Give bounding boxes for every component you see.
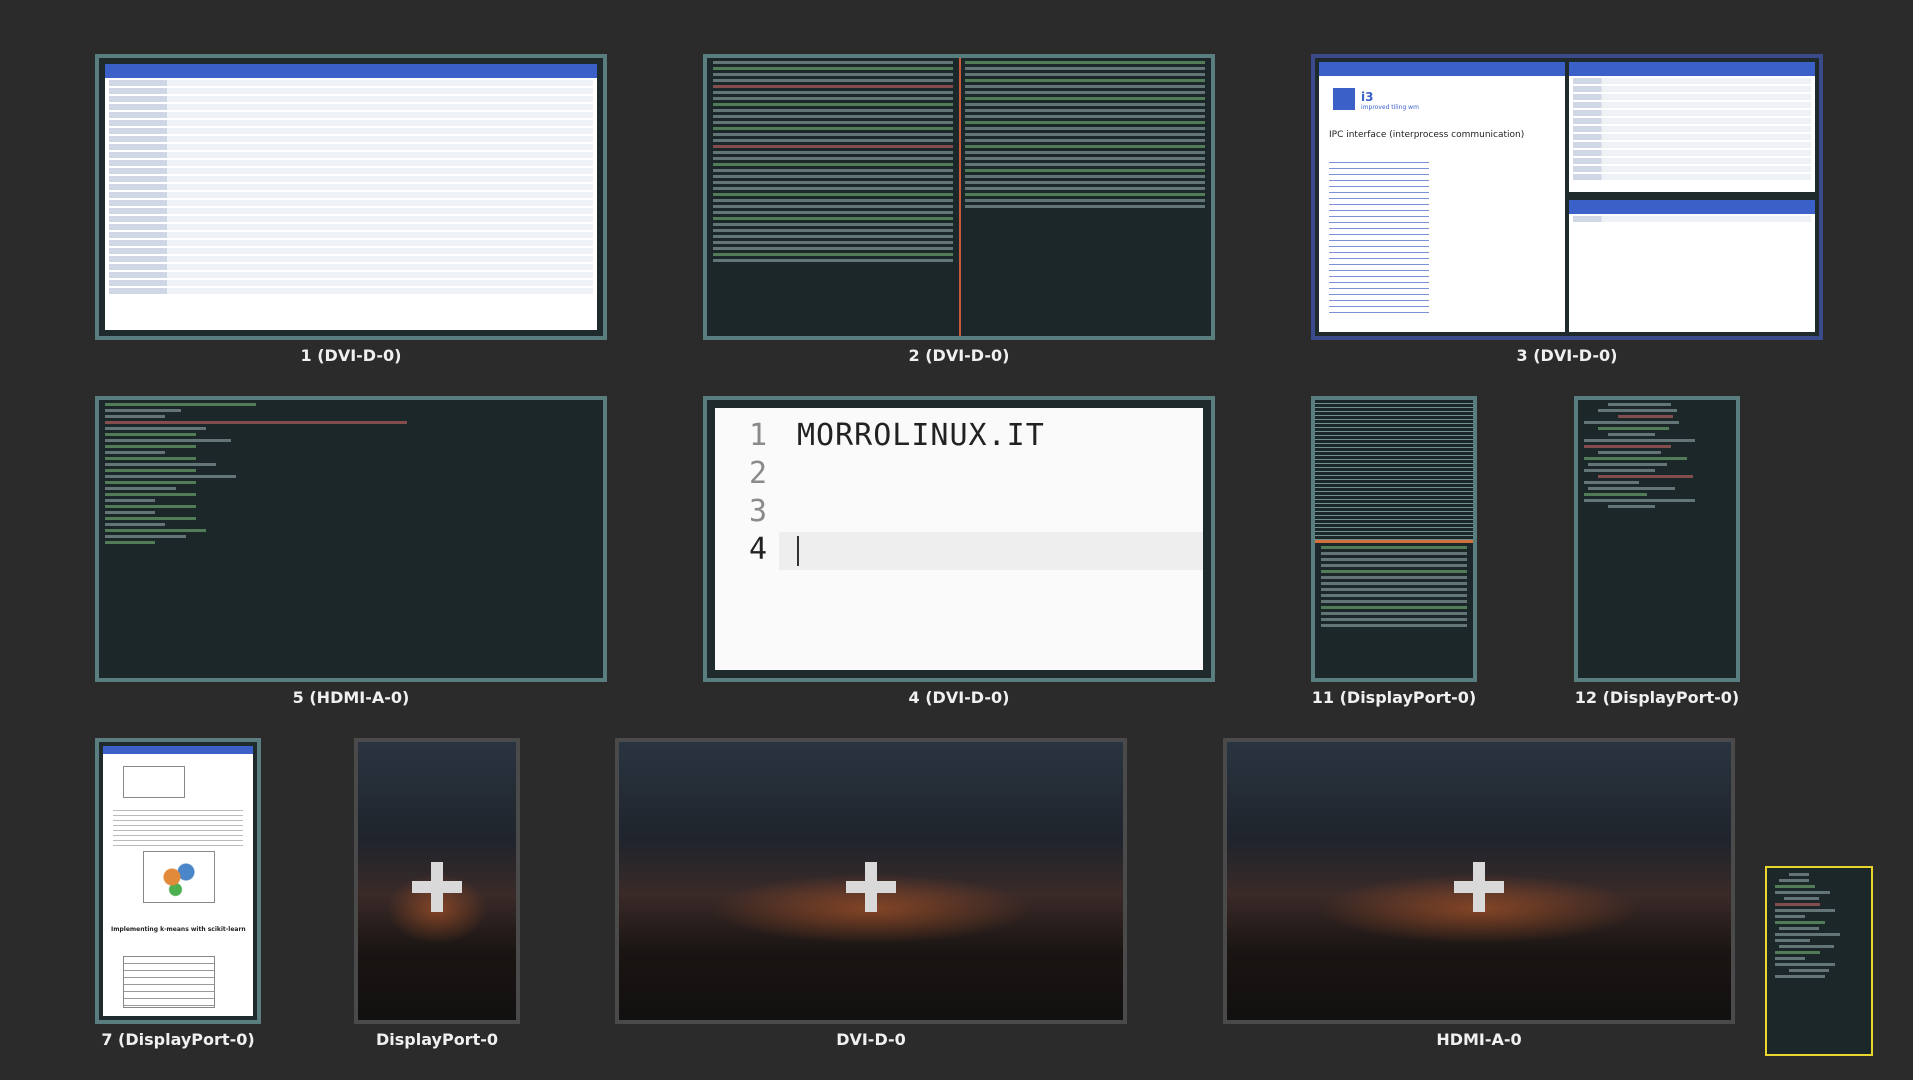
- terminal-pane-right: [959, 58, 1211, 336]
- file-manager-window-bottom: [1569, 200, 1815, 332]
- line-number: 2: [748, 456, 767, 491]
- workspace-3[interactable]: i3 improved tiling wm IPC interface (int…: [1311, 54, 1823, 370]
- text-editor-window: 1 2 3 4 MORROLINUX.IT: [715, 408, 1203, 670]
- terminal-window: [1315, 400, 1473, 678]
- workspace-12-preview[interactable]: [1574, 396, 1740, 682]
- workspace-5-label: 5 (HDMI-A-0): [292, 688, 410, 707]
- new-workspace-label: HDMI-A-0: [1436, 1030, 1522, 1049]
- workspace-2-preview[interactable]: [703, 54, 1215, 340]
- new-workspace-displayport-0[interactable]: DisplayPort-0: [354, 738, 520, 1054]
- editor-text: MORROLINUX.IT: [797, 418, 1045, 453]
- line-number: 3: [748, 494, 767, 529]
- workspace-1-preview[interactable]: [95, 54, 607, 340]
- workspace-7-preview[interactable]: Implementing k-means with scikit-learn: [95, 738, 261, 1024]
- python-terminal: [99, 400, 603, 678]
- workspace-4-preview[interactable]: 1 2 3 4 MORROLINUX.IT: [703, 396, 1215, 682]
- document-heading: Implementing k-means with scikit-learn: [111, 926, 246, 933]
- workspace-11-label: 11 (DisplayPort-0): [1311, 688, 1477, 707]
- new-workspace-hdmi-a-0[interactable]: HDMI-A-0: [1223, 738, 1735, 1054]
- selected-window-thumbnail[interactable]: [1765, 866, 1873, 1056]
- new-workspace-preview[interactable]: [615, 738, 1127, 1024]
- scatter-figure: [143, 851, 215, 903]
- new-workspace-preview[interactable]: [354, 738, 520, 1024]
- add-icon[interactable]: [1454, 861, 1504, 912]
- workspace-3-label: 3 (DVI-D-0): [1516, 346, 1618, 365]
- page-title: IPC interface (interprocess communicatio…: [1329, 130, 1525, 140]
- text-block: [113, 806, 243, 846]
- line-number: 4: [748, 532, 767, 567]
- browser-toolbar: [1319, 62, 1565, 76]
- workspace-7-label: 7 (DisplayPort-0): [101, 1030, 255, 1049]
- file-manager-toolbar-top: [1569, 62, 1815, 76]
- workspace-12[interactable]: 12 (DisplayPort-0): [1574, 396, 1740, 712]
- current-line-highlight: [779, 532, 1203, 570]
- document-table: [123, 956, 215, 1008]
- terminal-pane-left: [707, 58, 961, 336]
- add-icon[interactable]: [846, 861, 896, 912]
- workspace-12-label: 12 (DisplayPort-0): [1574, 688, 1740, 707]
- new-workspace-dvi-d-0[interactable]: DVI-D-0: [615, 738, 1127, 1054]
- file-manager-window-top: [1569, 62, 1815, 192]
- terminal-window: [1769, 870, 1869, 1052]
- document-toolbar: [103, 746, 253, 754]
- workspace-2-label: 2 (DVI-D-0): [908, 346, 1010, 365]
- workspace-4-label: 4 (DVI-D-0): [908, 688, 1010, 707]
- workspace-1-label: 1 (DVI-D-0): [300, 346, 402, 365]
- text-cursor: [797, 536, 799, 566]
- chart-figure-1: [123, 766, 185, 798]
- workspace-3-preview[interactable]: i3 improved tiling wm IPC interface (int…: [1311, 54, 1823, 340]
- document-viewer: Implementing k-means with scikit-learn: [103, 746, 253, 1016]
- new-workspace-label: DVI-D-0: [836, 1030, 906, 1049]
- code-editor-window: [1578, 400, 1736, 678]
- browser-window: i3 improved tiling wm IPC interface (int…: [1319, 62, 1565, 332]
- file-list: [105, 80, 597, 294]
- file-manager-toolbar-bottom: [1569, 200, 1815, 214]
- workspace-1[interactable]: 1 (DVI-D-0): [95, 54, 607, 370]
- file-manager-window: [105, 64, 597, 330]
- new-workspace-preview[interactable]: [1223, 738, 1735, 1024]
- add-icon[interactable]: [412, 861, 462, 912]
- workspace-7[interactable]: Implementing k-means with scikit-learn 7…: [95, 738, 261, 1054]
- site-name: i3: [1361, 90, 1374, 104]
- site-subtitle: improved tiling wm: [1361, 104, 1419, 111]
- workspace-5-preview[interactable]: [95, 396, 607, 682]
- workspace-5[interactable]: 5 (HDMI-A-0): [95, 396, 607, 712]
- workspace-2[interactable]: 2 (DVI-D-0): [703, 54, 1215, 370]
- toc-links: [1329, 157, 1429, 317]
- workspace-4[interactable]: 1 2 3 4 MORROLINUX.IT 4 (DVI-D-0): [703, 396, 1215, 712]
- new-workspace-label: DisplayPort-0: [376, 1030, 498, 1049]
- workspace-11-preview[interactable]: [1311, 396, 1477, 682]
- line-number: 1: [748, 418, 767, 453]
- file-manager-toolbar: [105, 64, 597, 78]
- terminal-window: [707, 58, 1211, 336]
- line-number-gutter: 1 2 3 4: [715, 418, 779, 660]
- workspace-11[interactable]: 11 (DisplayPort-0): [1311, 396, 1477, 712]
- i3-logo: [1333, 88, 1355, 110]
